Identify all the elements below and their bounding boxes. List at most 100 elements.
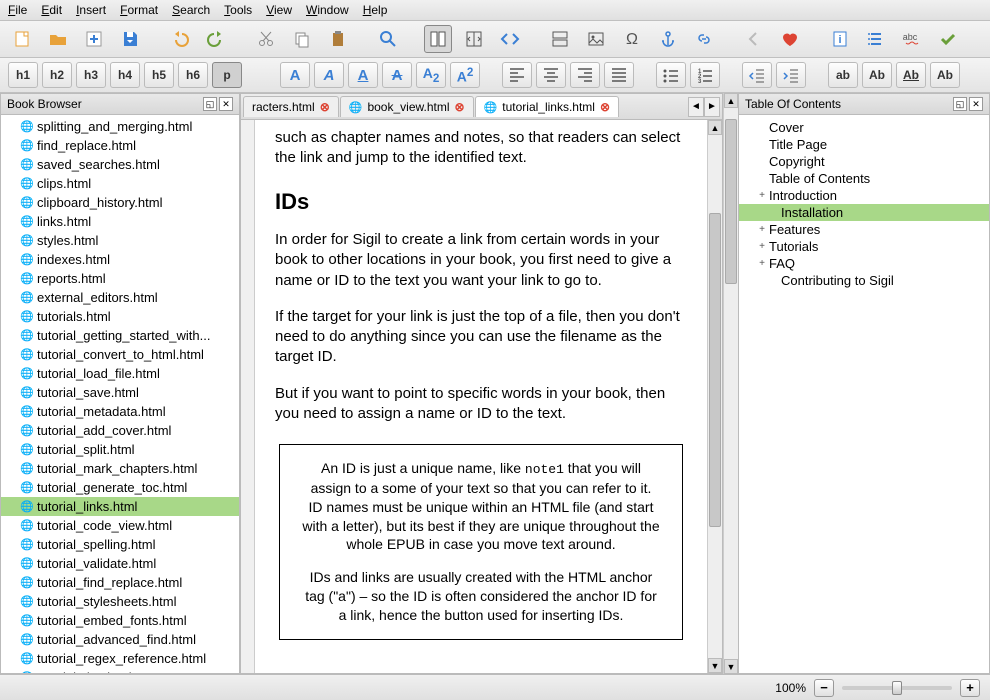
case-title-icon[interactable]: Ab — [862, 62, 892, 88]
file-item[interactable]: 🌐tutorial_stylesheets.html — [1, 592, 239, 611]
heading-h1-button[interactable]: h1 — [8, 62, 38, 88]
file-item[interactable]: 🌐tutorial_find_replace.html — [1, 573, 239, 592]
file-item[interactable]: 🌐reports.html — [1, 269, 239, 288]
toc-item[interactable]: +FAQ — [739, 255, 989, 272]
file-item[interactable]: 🌐tutorial_spelling.html — [1, 535, 239, 554]
scroll-up-icon[interactable]: ▲ — [724, 93, 738, 108]
align-center-icon[interactable] — [536, 62, 566, 88]
list-bullet-icon[interactable] — [656, 62, 686, 88]
file-item[interactable]: 🌐tutorial_tips.html — [1, 668, 239, 673]
superscript-icon[interactable]: A2 — [450, 62, 480, 88]
cut-icon[interactable] — [252, 25, 280, 53]
tab-prev-icon[interactable]: ◄ — [688, 97, 704, 117]
open-icon[interactable] — [44, 25, 72, 53]
validate-icon[interactable] — [934, 25, 962, 53]
case-swap-icon[interactable]: Ab — [930, 62, 960, 88]
file-item[interactable]: 🌐saved_searches.html — [1, 155, 239, 174]
save-icon[interactable] — [116, 25, 144, 53]
file-item[interactable]: 🌐tutorial_mark_chapters.html — [1, 459, 239, 478]
new-icon[interactable] — [8, 25, 36, 53]
heading-h4-button[interactable]: h4 — [110, 62, 140, 88]
code-view-icon[interactable] — [496, 25, 524, 53]
menu-file[interactable]: File — [8, 3, 27, 17]
close-tab-icon[interactable]: ⊗ — [455, 100, 465, 114]
close-tab-icon[interactable]: ⊗ — [320, 100, 330, 114]
heading-p-button[interactable]: p — [212, 62, 242, 88]
toc-item[interactable]: Table of Contents — [739, 170, 989, 187]
metadata-icon[interactable]: i — [826, 25, 854, 53]
file-item[interactable]: 🌐tutorial_split.html — [1, 440, 239, 459]
split-view-icon[interactable] — [460, 25, 488, 53]
align-justify-icon[interactable] — [604, 62, 634, 88]
file-item[interactable]: 🌐tutorial_validate.html — [1, 554, 239, 573]
splitter-scrollbar[interactable]: ▲ ▼ — [723, 93, 738, 674]
panel-float-icon[interactable]: ◱ — [203, 97, 217, 111]
toc-item[interactable]: Cover — [739, 119, 989, 136]
file-item[interactable]: 🌐tutorial_add_cover.html — [1, 421, 239, 440]
heading-h6-button[interactable]: h6 — [178, 62, 208, 88]
close-tab-icon[interactable]: ⊗ — [600, 100, 610, 114]
toc-item[interactable]: +Tutorials — [739, 238, 989, 255]
toc-item[interactable]: Installation — [739, 204, 989, 221]
panel-float-icon[interactable]: ◱ — [953, 97, 967, 111]
toc-item[interactable]: Copyright — [739, 153, 989, 170]
editor-scrollbar[interactable]: ▲ ▼ — [707, 120, 722, 673]
toc-item[interactable]: Contributing to Sigil — [739, 272, 989, 289]
panel-close-icon[interactable]: ✕ — [969, 97, 983, 111]
menu-edit[interactable]: Edit — [41, 3, 62, 17]
file-item[interactable]: 🌐tutorial_load_file.html — [1, 364, 239, 383]
file-item[interactable]: 🌐external_editors.html — [1, 288, 239, 307]
spellcheck-icon[interactable]: abc — [898, 25, 926, 53]
editor-tab[interactable]: 🌐book_view.html⊗ — [340, 96, 474, 117]
file-item[interactable]: 🌐tutorial_regex_reference.html — [1, 649, 239, 668]
file-item[interactable]: 🌐tutorial_getting_started_with... — [1, 326, 239, 345]
heading-h5-button[interactable]: h5 — [144, 62, 174, 88]
case-lower-icon[interactable]: ab — [828, 62, 858, 88]
menu-search[interactable]: Search — [172, 3, 210, 17]
file-item[interactable]: 🌐tutorial_code_view.html — [1, 516, 239, 535]
link-icon[interactable] — [690, 25, 718, 53]
file-item[interactable]: 🌐find_replace.html — [1, 136, 239, 155]
back-icon[interactable] — [740, 25, 768, 53]
zoom-in-button[interactable]: + — [960, 679, 980, 697]
indent-icon[interactable] — [776, 62, 806, 88]
scroll-down-icon[interactable]: ▼ — [724, 659, 738, 674]
special-char-icon[interactable]: Ω — [618, 25, 646, 53]
panel-close-icon[interactable]: ✕ — [219, 97, 233, 111]
book-view-icon[interactable] — [424, 25, 452, 53]
file-item[interactable]: 🌐tutorial_generate_toc.html — [1, 478, 239, 497]
expand-icon[interactable]: + — [757, 241, 767, 252]
file-item[interactable]: 🌐tutorial_advanced_find.html — [1, 630, 239, 649]
file-item[interactable]: 🌐splitting_and_merging.html — [1, 117, 239, 136]
expand-icon[interactable]: + — [757, 224, 767, 235]
menu-help[interactable]: Help — [363, 3, 388, 17]
editor-tab[interactable]: 🌐tutorial_links.html⊗ — [475, 96, 619, 117]
menu-tools[interactable]: Tools — [224, 3, 252, 17]
file-item[interactable]: 🌐clips.html — [1, 174, 239, 193]
zoom-out-button[interactable]: − — [814, 679, 834, 697]
file-item[interactable]: 🌐tutorial_links.html — [1, 497, 239, 516]
file-item[interactable]: 🌐tutorial_save.html — [1, 383, 239, 402]
menu-insert[interactable]: Insert — [76, 3, 106, 17]
paste-icon[interactable] — [324, 25, 352, 53]
align-right-icon[interactable] — [570, 62, 600, 88]
expand-icon[interactable]: + — [757, 258, 767, 269]
toc-item[interactable]: +Introduction — [739, 187, 989, 204]
toc-item[interactable]: +Features — [739, 221, 989, 238]
list-number-icon[interactable]: 123 — [690, 62, 720, 88]
scroll-down-icon[interactable]: ▼ — [708, 658, 722, 673]
underline-icon[interactable]: A — [348, 62, 378, 88]
copy-icon[interactable] — [288, 25, 316, 53]
anchor-icon[interactable] — [654, 25, 682, 53]
heading-h2-button[interactable]: h2 — [42, 62, 72, 88]
zoom-slider[interactable] — [842, 686, 952, 690]
italic-icon[interactable]: A — [314, 62, 344, 88]
file-list[interactable]: 🌐splitting_and_merging.html🌐find_replace… — [1, 115, 239, 673]
tab-next-icon[interactable]: ► — [704, 97, 720, 117]
donate-icon[interactable] — [776, 25, 804, 53]
redo-icon[interactable] — [202, 25, 230, 53]
menu-view[interactable]: View — [266, 3, 292, 17]
file-item[interactable]: 🌐styles.html — [1, 231, 239, 250]
toc-item[interactable]: Title Page — [739, 136, 989, 153]
toc-list[interactable]: CoverTitle PageCopyrightTable of Content… — [739, 115, 989, 673]
